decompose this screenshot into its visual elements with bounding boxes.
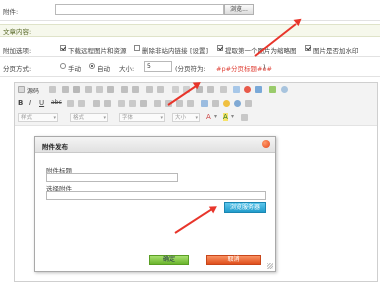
paste-word-icon[interactable] — [96, 86, 103, 93]
watermark-label: 图片是否加水印 — [313, 47, 359, 55]
cancel-button[interactable]: 取消 — [206, 255, 261, 265]
paste-icon[interactable] — [73, 86, 80, 93]
auto-label: 自动 — [97, 65, 110, 73]
bg-color-dropdown-icon[interactable]: ▾ — [231, 113, 234, 120]
bg-color-icon[interactable]: A — [223, 113, 228, 121]
image-icon[interactable] — [233, 86, 240, 93]
thumbnail-checkbox[interactable] — [217, 45, 223, 51]
attachment-path-input[interactable] — [55, 4, 224, 15]
divider — [0, 56, 380, 57]
remove-links-checkbox[interactable] — [134, 45, 140, 51]
source-label[interactable]: 源码 — [27, 86, 39, 95]
browse-server-button[interactable]: 浏览服务器 — [224, 202, 266, 213]
cut-icon[interactable] — [49, 86, 56, 93]
align-right-icon[interactable] — [176, 100, 183, 107]
size-label: 大小: — [119, 65, 135, 73]
editor-toolbar-row-3: 样式 格式 字体 大小 A ▾ A ▾ — [15, 111, 377, 126]
settings-link[interactable]: [设置] — [190, 45, 208, 55]
copy-icon[interactable] — [62, 86, 69, 93]
unlink-icon[interactable] — [207, 86, 214, 93]
justify-icon[interactable] — [187, 100, 194, 107]
divider — [0, 20, 380, 21]
underline-icon[interactable]: U — [39, 99, 44, 107]
dialog-title: 附件发布 — [42, 143, 68, 151]
print-icon[interactable] — [107, 86, 114, 93]
manual-radio[interactable] — [60, 63, 66, 69]
strikethrough-icon[interactable]: abc — [51, 99, 62, 106]
indent-icon[interactable] — [129, 100, 136, 107]
table-icon[interactable] — [201, 100, 208, 107]
source-icon[interactable] — [18, 86, 25, 93]
text-color-dropdown-icon[interactable]: ▾ — [214, 113, 217, 120]
size-select[interactable]: 大小 — [172, 113, 200, 122]
horizontal-rule-icon[interactable] — [212, 100, 219, 107]
close-icon[interactable] — [262, 140, 270, 148]
paste-text-icon[interactable] — [85, 86, 92, 93]
maximize-icon[interactable] — [241, 114, 248, 121]
replace-icon[interactable] — [157, 86, 164, 93]
attachment-label: 附件: — [3, 8, 19, 16]
align-left-icon[interactable] — [154, 100, 161, 107]
blockquote-icon[interactable] — [140, 100, 147, 107]
download-remote-checkbox[interactable] — [60, 45, 66, 51]
subscript-icon[interactable] — [67, 100, 74, 107]
section-header: 文章内容: — [0, 24, 380, 37]
bold-icon[interactable]: B — [18, 99, 23, 107]
section-title: 文章内容: — [3, 28, 32, 36]
paging-hint-end: ) — [263, 63, 266, 71]
manual-label: 手动 — [68, 65, 81, 73]
special-char-icon[interactable] — [234, 100, 241, 107]
dialog-title-bar: 附件发布 — [35, 137, 275, 153]
style-select[interactable]: 样式 — [18, 113, 58, 122]
settings-icon[interactable] — [281, 86, 288, 93]
auto-radio[interactable] — [89, 63, 95, 69]
paging-hint: (分页符为: — [175, 65, 206, 73]
ordered-list-icon[interactable] — [93, 100, 100, 107]
title-field-input[interactable] — [46, 173, 178, 182]
divider — [0, 76, 380, 77]
redo-icon[interactable] — [132, 86, 139, 93]
italic-icon[interactable]: I — [29, 99, 31, 107]
options-label: 附加选项: — [3, 47, 32, 55]
file-field-input[interactable] — [46, 191, 266, 200]
format-select[interactable]: 格式 — [70, 113, 108, 122]
browse-button[interactable]: 浏览... — [224, 4, 254, 15]
outdent-icon[interactable] — [118, 100, 125, 107]
resize-grip-icon[interactable] — [267, 263, 273, 269]
watermark-checkbox[interactable] — [305, 45, 311, 51]
page-break-icon[interactable] — [245, 100, 252, 107]
download-remote-label: 下载远程图片和资源 — [68, 47, 127, 55]
editor-toolbar-row-2: B I U abc — [15, 97, 377, 112]
attachment-icon[interactable] — [269, 86, 276, 93]
remove-links-label: 删除非站内链接 — [142, 47, 188, 55]
superscript-icon[interactable] — [78, 100, 85, 107]
flash-icon[interactable] — [244, 86, 251, 93]
smiley-icon[interactable] — [223, 100, 230, 107]
text-color-icon[interactable]: A — [206, 113, 211, 121]
media-icon[interactable] — [255, 86, 262, 93]
anchor-icon[interactable] — [220, 86, 227, 93]
undo-icon[interactable] — [121, 86, 128, 93]
paging-label: 分页方式: — [3, 65, 32, 73]
bullet-list-icon[interactable] — [104, 100, 111, 107]
page-size-input[interactable]: 5 — [144, 61, 172, 72]
attachment-dialog: 附件发布 附件标题 选择附件 浏览服务器 确定 取消 — [34, 136, 276, 272]
font-select[interactable]: 字体 — [119, 113, 165, 122]
find-icon[interactable] — [146, 86, 153, 93]
select-all-icon[interactable] — [172, 86, 179, 93]
ok-button[interactable]: 确定 — [149, 255, 189, 265]
